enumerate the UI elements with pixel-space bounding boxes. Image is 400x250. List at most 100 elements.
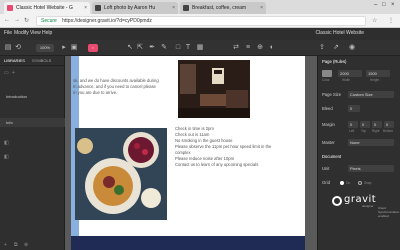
star-icon[interactable]: ☆ — [372, 17, 377, 24]
duplicate-icon[interactable]: ⧉ — [14, 242, 18, 248]
tab-symbols[interactable]: SYMBOLS — [32, 58, 51, 63]
artboard-page[interactable]: ok, and we do have discounts available d… — [71, 56, 305, 250]
layer-icon[interactable]: ◧ — [4, 140, 9, 146]
color-label: Color — [322, 78, 330, 82]
tab-breakfast[interactable]: Breakfast, coffee, cream × — [180, 2, 266, 14]
pencil-icon[interactable]: ✎ — [160, 44, 168, 52]
unit-label: Unit — [322, 166, 330, 171]
left-panel-tabs: LIBRARIES SYMBOLS — [0, 56, 65, 66]
grid-on-label: On — [346, 181, 351, 185]
document-title: Classic Hotel Website — [315, 30, 364, 36]
zoom-select[interactable]: 100% — [36, 44, 54, 52]
menu-help[interactable]: Help — [42, 30, 52, 36]
document-section-title: Document — [322, 154, 342, 159]
reload-icon[interactable]: ↻ — [24, 17, 29, 24]
url-text: https://designer.gravit.io/?d=cyPD0pmdz — [62, 18, 152, 24]
close-icon[interactable]: × — [172, 2, 175, 14]
margin-top-label: Top — [361, 129, 367, 133]
bleed-label: Bleed — [322, 106, 333, 111]
boolean-icon[interactable]: ⊕ — [256, 44, 264, 52]
forward-icon[interactable]: → — [14, 17, 20, 23]
house-rules-list: Check in time is 2pm Check out is 11am N… — [175, 126, 295, 168]
address-bar: ← → ↻ Secure https://designer.gravit.io/… — [0, 14, 400, 28]
menu-file[interactable]: File — [4, 30, 12, 36]
design-canvas[interactable]: ok, and we do have discounts available d… — [65, 56, 317, 250]
magnet-icon[interactable]: ∩ — [88, 44, 98, 52]
flip-icon[interactable]: ⇄ — [232, 44, 240, 52]
tab-label: Classic Hotel Website - G — [16, 5, 73, 11]
app-menubar: File Modify View Help Classic Hotel Webs… — [0, 28, 400, 40]
margin-left-label: Left — [349, 129, 355, 133]
margin-right-field[interactable]: 0 — [372, 121, 382, 128]
tab-libraries[interactable]: LIBRARIES — [4, 58, 25, 63]
cloud-sync-note: Cloud Synchronization enabled — [378, 206, 400, 218]
width-field[interactable]: 2000 — [338, 70, 362, 77]
grid-on-radio[interactable] — [340, 181, 344, 185]
camera-favicon-icon — [95, 5, 101, 11]
add-layer-icon[interactable]: + — [4, 242, 7, 248]
tab-classic-hotel[interactable]: Classic Hotel Website - G × — [4, 2, 90, 14]
share-icon[interactable]: ⇗ — [332, 44, 340, 52]
margin-top-field[interactable]: 0 — [360, 121, 370, 128]
menu-icon[interactable]: ⋮ — [388, 17, 394, 24]
profile-icon[interactable]: ◉ — [348, 44, 356, 52]
rectangle-icon[interactable]: □ — [174, 44, 182, 52]
discount-paragraph: ok, and we do have discounts available d… — [73, 78, 159, 95]
image-icon[interactable]: ▦ — [196, 44, 204, 52]
layers-icon[interactable]: ▤ — [4, 44, 12, 52]
layer-icon[interactable]: ◧ — [4, 154, 9, 160]
direct-select-icon[interactable]: ⇱ — [136, 44, 144, 52]
grid-label: Grid — [322, 180, 330, 185]
width-label: Width — [342, 78, 351, 82]
maximize-icon[interactable]: □ — [382, 2, 386, 8]
grid-snap-radio[interactable] — [358, 181, 362, 185]
unit-select[interactable]: Pixels — [348, 165, 394, 172]
menu-view[interactable]: View — [30, 30, 41, 36]
group-icon[interactable]: ▣ — [70, 44, 78, 52]
bleed-field[interactable]: 0 — [348, 105, 360, 112]
page-size-select[interactable]: Custom Size — [348, 91, 394, 98]
page-color-swatch[interactable] — [322, 70, 332, 77]
margin-left-field[interactable]: 0 — [348, 121, 358, 128]
select-tool-icon[interactable]: ↖ — [126, 44, 134, 52]
page-icon[interactable]: ▭ — [4, 70, 9, 76]
browser-tabbar: Classic Hotel Website - G × Loft photo b… — [0, 0, 400, 14]
pointer-icon[interactable]: ▸ — [60, 44, 68, 52]
text-icon[interactable]: T — [184, 44, 192, 52]
close-window-icon[interactable]: × — [391, 2, 395, 8]
main-toolbar: ▤ ⟲ 100% ▸ ▣ ∩ ↖ ⇱ ✒ ✎ □ T ▦ ⇄ ≡ ⊕ ◐ ⇪ ⇗… — [0, 40, 400, 56]
close-icon[interactable]: × — [84, 2, 87, 14]
margin-label: Margin — [322, 122, 335, 127]
transform-icon[interactable]: ⟲ — [14, 44, 22, 52]
gravit-logo-icon — [332, 196, 342, 206]
url-field[interactable]: Secure https://designer.gravit.io/?d=cyP… — [36, 16, 366, 26]
pen-icon[interactable]: ✒ — [148, 44, 156, 52]
delete-icon[interactable]: ⊗ — [24, 242, 28, 248]
align-icon[interactable]: ≡ — [244, 44, 252, 52]
breakfast-photo — [75, 128, 167, 220]
master-label: Master — [322, 140, 335, 145]
interior-photo-art — [178, 60, 250, 118]
layer-introduction[interactable]: Introduction — [0, 92, 65, 101]
margin-right-label: Right — [372, 129, 380, 133]
margin-bottom-field[interactable]: 0 — [384, 121, 394, 128]
margin-bottom-label: Bottom — [383, 129, 394, 133]
interior-photo — [178, 60, 250, 118]
tab-loft-photo[interactable]: Loft photo by Aaron Hu × — [92, 2, 178, 14]
mask-icon[interactable]: ◐ — [268, 44, 276, 52]
gravit-favicon-icon — [7, 5, 13, 11]
back-icon[interactable]: ← — [4, 17, 10, 23]
layer-info[interactable]: Info — [0, 118, 65, 127]
close-icon[interactable]: × — [260, 2, 263, 14]
inspector-section-title: Page (Rules) — [322, 59, 347, 64]
height-label: Height — [370, 78, 380, 82]
gravit-logo-sub: designer — [362, 204, 374, 208]
inspector-panel: Page (Rules) 2000 1500 Color Width Heigh… — [317, 56, 400, 250]
master-select[interactable]: None — [348, 139, 394, 146]
export-icon[interactable]: ⇪ — [318, 44, 326, 52]
minimize-icon[interactable]: – — [374, 2, 377, 8]
add-page-icon[interactable]: + — [12, 70, 15, 76]
height-field[interactable]: 1500 — [366, 70, 390, 77]
menu-modify[interactable]: Modify — [14, 30, 29, 36]
camera-favicon-icon — [183, 5, 189, 11]
